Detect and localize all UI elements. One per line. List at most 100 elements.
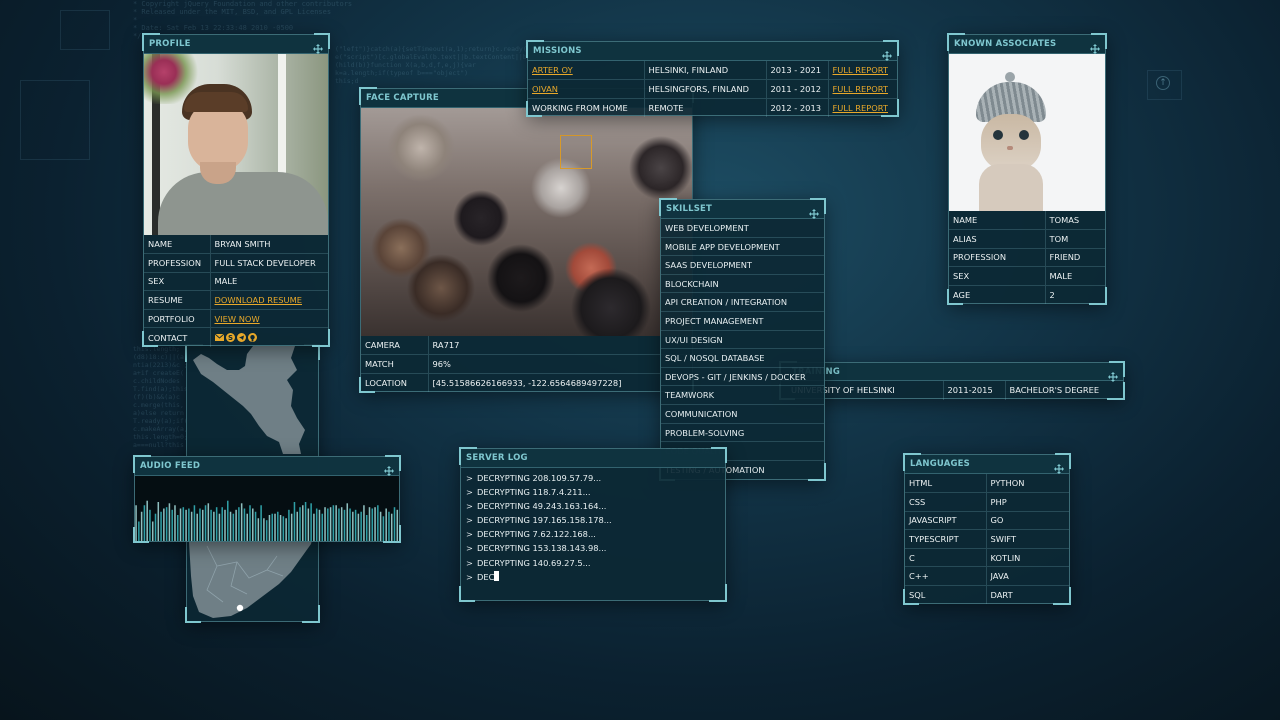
audio-bar (343, 509, 346, 541)
audio-bar (327, 508, 329, 541)
associates-header[interactable]: KNOWN ASSOCIATES (949, 35, 1105, 54)
audio-bar (371, 508, 374, 541)
log-text: DECRYPTING 197.165.158.178... (477, 515, 612, 526)
associate-value: MALE (1044, 266, 1105, 286)
training-header[interactable]: TRAINING (781, 363, 1123, 382)
mission-company: WORKING FROM HOME (532, 102, 628, 113)
language-cell: HTML (905, 474, 986, 494)
associate-row-sex: SEX MALE (949, 266, 1105, 286)
profile-label: SEX (144, 272, 210, 292)
language-cell: JAVASCRIPT (905, 511, 986, 531)
audio-bar (349, 508, 351, 541)
audio-bar (365, 515, 368, 541)
associate-label: NAME (949, 211, 1045, 231)
audio-bar (360, 511, 362, 541)
mission-row: WORKING FROM HOME REMOTE 2012 - 2013 FUL… (528, 98, 897, 117)
telegram-icon[interactable] (236, 333, 246, 343)
face-capture-title: FACE CAPTURE (366, 93, 439, 103)
languages-header[interactable]: LANGUAGES (905, 455, 1069, 474)
audio-bar (199, 508, 201, 541)
audio-bar (296, 511, 299, 541)
skill-item: TEAMWORK (661, 386, 824, 405)
github-icon[interactable] (247, 333, 257, 343)
view-portfolio-link[interactable]: VIEW NOW (215, 314, 260, 324)
associate-row-profession: PROFESSION FRIEND (949, 248, 1105, 268)
log-prompt: > (466, 571, 473, 582)
language-cell: DART (985, 585, 1069, 605)
server-log-header[interactable]: SERVER LOG (461, 449, 725, 468)
language-cell: PYTHON (985, 474, 1069, 494)
languages-title: LANGUAGES (910, 459, 971, 469)
profile-table: NAME BRYAN SMITH PROFESSION FULL STACK DEV… (144, 235, 328, 347)
email-icon[interactable] (214, 333, 224, 342)
map-south-region (189, 532, 313, 618)
audio-bar (357, 513, 360, 541)
log-prompt: > (466, 515, 473, 526)
audio-waveform (135, 476, 399, 541)
audio-bar (388, 511, 390, 541)
audio-bar (321, 513, 324, 541)
mission-company-link[interactable]: OIVAN (532, 84, 558, 94)
log-prompt: > (466, 557, 473, 568)
server-log-title: SERVER LOG (466, 453, 528, 463)
background-grid-left-2 (60, 10, 110, 50)
log-text: DECRYPTING 49.243.163.164... (477, 501, 607, 512)
language-row: C++ JAVA (905, 566, 1069, 587)
profile-row-contact: CONTACT S (144, 327, 328, 347)
missions-header[interactable]: MISSIONS (528, 42, 897, 61)
full-report-link[interactable]: FULL REPORT (833, 103, 889, 113)
log-text: DECRYPTING 7.62.122.168... (477, 529, 596, 540)
audio-bar (154, 513, 157, 541)
audio-bar (249, 505, 251, 541)
associate-value: TOMAS (1044, 211, 1105, 231)
audio-feed-panel: AUDIO FEED (133, 455, 401, 543)
full-report-link[interactable]: FULL REPORT (833, 65, 889, 75)
map-location-marker (236, 604, 244, 612)
language-row: C KOTLIN (905, 548, 1069, 568)
profile-title: PROFILE (149, 39, 191, 49)
face-value: [45.51586626166933, -122.6564689497228] (427, 373, 692, 392)
audio-bar (190, 511, 193, 541)
face-value: RA717 (427, 336, 692, 356)
audio-bar (252, 508, 254, 541)
profile-row-sex: SEX MALE (144, 272, 328, 292)
audio-bar (268, 515, 271, 541)
associates-title: KNOWN ASSOCIATES (954, 39, 1057, 49)
face-row-camera: CAMERA RA717 (361, 336, 692, 356)
skillset-title: SKILLSET (666, 204, 713, 214)
language-row: JAVASCRIPT GO (905, 511, 1069, 531)
log-prompt: > (466, 543, 473, 554)
background-grid-left (20, 80, 90, 160)
audio-bar (171, 509, 173, 541)
audio-bar (274, 513, 276, 541)
audio-bar (149, 509, 151, 541)
skype-icon[interactable]: S (225, 333, 235, 343)
mission-company-link[interactable]: ARTER OY (532, 65, 573, 75)
language-cell: C++ (905, 566, 986, 587)
audio-feed-header[interactable]: AUDIO FEED (135, 457, 399, 476)
audio-bar (390, 513, 393, 541)
audio-bar (338, 508, 340, 541)
associates-panel: KNOWN ASSOCIATES NAME TOMAS ALIAS TOM PROF… (947, 33, 1107, 305)
profile-row-portfolio: PORTFOLIO VIEW NOW (144, 309, 328, 329)
language-cell: PHP (985, 492, 1069, 512)
mission-location: HELSINKI, FINLAND (643, 61, 766, 81)
audio-bar (393, 507, 396, 541)
full-report-link[interactable]: FULL REPORT (833, 84, 889, 94)
audio-bar (257, 518, 260, 541)
profile-header[interactable]: PROFILE (144, 35, 328, 54)
audio-bar (165, 507, 168, 541)
log-line: > DECRYPTING 208.109.57.79... (461, 471, 725, 485)
download-resume-link[interactable]: DOWNLOAD RESUME (215, 295, 303, 305)
associate-label: SEX (949, 266, 1045, 286)
skillset-header[interactable]: SKILLSET (661, 200, 824, 219)
audio-bar (246, 513, 248, 541)
audio-bar (324, 507, 326, 541)
audio-bar (224, 509, 226, 541)
audio-bar (182, 507, 185, 541)
mission-location: REMOTE (643, 98, 766, 117)
audio-bar (313, 513, 315, 541)
mission-row: OIVAN HELSINGFORS, FINLAND 2011 - 2012 F… (528, 79, 897, 99)
audio-bar (174, 505, 176, 541)
skill-item: UX/UI DESIGN (661, 331, 824, 350)
